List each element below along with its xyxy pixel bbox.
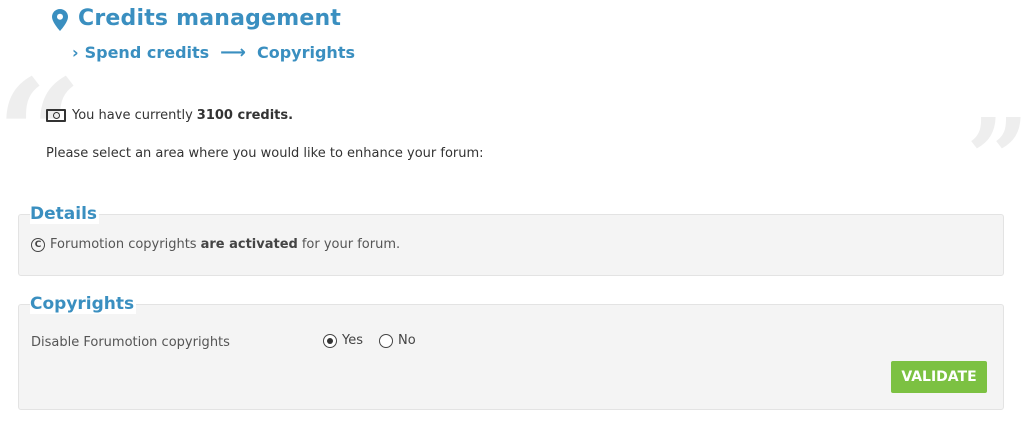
status-text: are activated [200, 237, 298, 252]
quote-left-icon: “ [0, 47, 83, 223]
money-icon [46, 109, 66, 122]
details-legend: Details [30, 204, 100, 224]
copyright-icon: C [31, 237, 45, 252]
details-panel: C Forumotion copyrights are activated fo… [18, 214, 1004, 276]
map-pin-icon [52, 8, 68, 31]
instruction-text: Please select an area where you would li… [46, 146, 484, 161]
details-text: C Forumotion copyrights are activated fo… [31, 237, 400, 252]
validate-button[interactable]: VALIDATE [891, 361, 987, 393]
radio-no[interactable]: No [379, 333, 416, 348]
copyrights-panel: Disable Forumotion copyrights Yes No VAL… [18, 304, 1004, 410]
quote-right-icon: ” [966, 94, 1024, 223]
radio-yes-button[interactable] [323, 333, 337, 348]
breadcrumb-spend-credits[interactable]: Spend credits [85, 43, 210, 62]
breadcrumb: › Spend credits ⟶ Copyrights [72, 42, 355, 63]
breadcrumb-copyrights[interactable]: Copyrights [257, 43, 355, 62]
arrow-right-icon: ⟶ [220, 42, 246, 63]
radio-no-button[interactable] [379, 333, 393, 348]
page-title: Credits management [78, 6, 342, 31]
credits-prefix: You have currently [72, 108, 193, 123]
disable-copyrights-radio-group: Yes No [323, 333, 432, 348]
disable-copyrights-label: Disable Forumotion copyrights [31, 335, 230, 350]
credits-amount: 3100 credits. [196, 108, 294, 123]
credits-line: You have currently 3100 credits. [46, 108, 293, 123]
copyrights-legend: Copyrights [30, 294, 137, 314]
radio-yes[interactable]: Yes [323, 333, 363, 348]
chevron-right-icon: › [72, 43, 79, 62]
page-header: Credits management [52, 6, 341, 31]
